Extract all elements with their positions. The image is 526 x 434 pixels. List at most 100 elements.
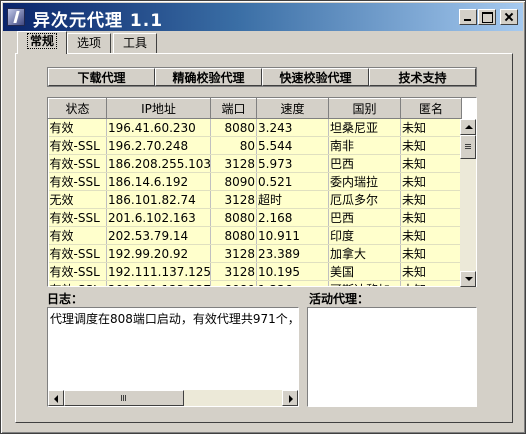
active-proxies-label: 活动代理： — [309, 292, 370, 306]
tab-tools[interactable]: 工具 — [113, 33, 157, 53]
table-row[interactable]: 有效-SSL 186.208.255.103 3128 5.973 巴西 未知 — [48, 154, 462, 173]
country-cell: 美国 — [328, 262, 401, 281]
tab-options[interactable]: 选项 — [67, 33, 111, 53]
anonymity-cell: 未知 — [400, 208, 462, 227]
ip-cell: 201.191.123.227 — [106, 280, 211, 286]
country-cell: 南非 — [328, 136, 401, 155]
table-row[interactable]: 有效-SSL 186.14.6.192 8090 0.521 委内瑞拉 未知 — [48, 172, 462, 191]
ip-cell: 192.99.20.92 — [106, 244, 211, 263]
table-row[interactable]: 有效-SSL 201.6.102.163 8080 2.168 巴西 未知 — [48, 208, 462, 227]
ip-cell: 186.14.6.192 — [106, 172, 211, 191]
ip-cell: 186.101.82.74 — [106, 190, 211, 209]
speed-cell: 5.544 — [256, 136, 329, 155]
scroll-thumb[interactable] — [460, 135, 476, 159]
port-cell: 80 — [210, 136, 257, 155]
title-bar[interactable]: 异次元代理 1.1 — [3, 3, 523, 31]
proxy-table: 状态 IP地址 端口 速度 国别 匿名 有效 196.41.60.230 8080 3… — [47, 97, 477, 287]
precise-verify-button[interactable]: 精确校验代理 — [155, 68, 262, 86]
column-header-anonymity[interactable]: 匿名 — [400, 98, 462, 119]
anonymity-cell: 未知 — [400, 154, 462, 173]
quick-verify-button[interactable]: 快速校验代理 — [262, 68, 369, 86]
table-header: 状态 IP地址 端口 速度 国别 匿名 — [48, 98, 462, 119]
arrow-up-icon — [465, 125, 473, 129]
port-cell: 3128 — [210, 154, 257, 173]
scroll-up-button[interactable] — [460, 119, 476, 135]
close-button[interactable] — [500, 9, 518, 25]
arrow-right-icon — [289, 395, 293, 403]
column-header-country[interactable]: 国别 — [328, 98, 401, 119]
speed-cell: 1.336 — [256, 280, 329, 286]
speed-cell: 5.973 — [256, 154, 329, 173]
table-vertical-scrollbar[interactable] — [460, 119, 476, 287]
ip-cell: 196.41.60.230 — [106, 118, 211, 137]
scroll-left-button[interactable] — [48, 390, 64, 406]
table-row[interactable]: 有效-SSL 196.2.70.248 80 5.544 南非 未知 — [48, 136, 462, 155]
table-row[interactable]: 有效-SSL 192.99.20.92 3128 23.389 加拿大 未知 — [48, 244, 462, 263]
ip-cell: 192.111.137.125 — [106, 262, 211, 281]
speed-cell: 超时 — [256, 190, 329, 209]
ip-cell: 186.208.255.103 — [106, 154, 211, 173]
table-row[interactable]: 有效 202.53.79.14 8080 10.911 印度 未知 — [48, 226, 462, 245]
anonymity-cell: 未知 — [400, 226, 462, 245]
anonymity-cell: 未知 — [400, 280, 462, 286]
window-title: 异次元代理 1.1 — [33, 11, 164, 31]
speed-cell: 2.168 — [256, 208, 329, 227]
column-header-status[interactable]: 状态 — [48, 98, 107, 119]
status-cell: 有效-SSL — [48, 262, 107, 281]
app-icon — [7, 8, 25, 26]
active-proxies-list[interactable] — [307, 307, 477, 407]
table-row[interactable]: 有效 196.41.60.230 8080 3.243 坦桑尼亚 未知 — [48, 118, 462, 137]
port-cell: 8080 — [210, 208, 257, 227]
download-proxy-button[interactable]: 下载代理 — [48, 68, 155, 86]
port-cell: 3128 — [210, 262, 257, 281]
status-cell: 有效-SSL — [48, 244, 107, 263]
ip-cell: 201.6.102.163 — [106, 208, 211, 227]
tech-support-button[interactable]: 技术支持 — [369, 68, 476, 86]
column-header-speed[interactable]: 速度 — [256, 98, 329, 119]
maximize-button[interactable] — [478, 9, 496, 25]
column-header-ip[interactable]: IP地址 — [106, 98, 211, 119]
log-horizontal-scrollbar[interactable] — [48, 390, 298, 406]
column-header-port[interactable]: 端口 — [210, 98, 257, 119]
status-cell: 有效-SSL — [48, 154, 107, 173]
anonymity-cell: 未知 — [400, 172, 462, 191]
action-toolbar: 下载代理 精确校验代理 快速校验代理 技术支持 — [47, 67, 477, 87]
horizontal-scroll-thumb[interactable] — [64, 390, 184, 406]
log-label: 日志： — [47, 292, 84, 306]
ip-cell: 202.53.79.14 — [106, 226, 211, 245]
port-cell: 8080 — [210, 118, 257, 137]
country-cell: 加拿大 — [328, 244, 401, 263]
arrow-left-icon — [54, 395, 58, 403]
anonymity-cell: 未知 — [400, 136, 462, 155]
anonymity-cell: 未知 — [400, 244, 462, 263]
status-cell: 无效 — [48, 190, 107, 209]
country-cell: 厄瓜多尔 — [328, 190, 401, 209]
speed-cell: 10.195 — [256, 262, 329, 281]
port-cell: 8080 — [210, 226, 257, 245]
status-cell: 有效-SSL — [48, 172, 107, 191]
anonymity-cell: 未知 — [400, 262, 462, 281]
country-cell: 巴西 — [328, 208, 401, 227]
table-row[interactable]: 有效-SSL201.191.123.22780801.336哥斯达黎加未知 — [48, 280, 462, 286]
anonymity-cell: 未知 — [400, 190, 462, 209]
table-row[interactable]: 无效 186.101.82.74 3128 超时 厄瓜多尔 未知 — [48, 190, 462, 209]
arrow-down-icon — [465, 277, 473, 281]
tab-general[interactable]: 常规 — [17, 31, 67, 54]
scroll-down-button[interactable] — [460, 271, 476, 287]
speed-cell: 23.389 — [256, 244, 329, 263]
speed-cell: 10.911 — [256, 226, 329, 245]
scroll-right-button[interactable] — [282, 390, 298, 406]
port-cell: 8080 — [210, 280, 257, 286]
status-cell: 有效 — [48, 226, 107, 245]
status-cell: 有效-SSL — [48, 208, 107, 227]
minimize-button[interactable] — [459, 9, 477, 25]
grip-line — [125, 395, 126, 401]
anonymity-cell: 未知 — [400, 118, 462, 137]
port-cell: 8090 — [210, 172, 257, 191]
speed-cell: 3.243 — [256, 118, 329, 137]
table-row[interactable]: 有效-SSL 192.111.137.125 3128 10.195 美国 未知 — [48, 262, 462, 281]
log-textarea[interactable]: 代理调度在808端口启动，有效代理共971个， — [47, 307, 299, 407]
port-cell: 3128 — [210, 244, 257, 263]
country-cell: 坦桑尼亚 — [328, 118, 401, 137]
grip-line — [121, 395, 122, 401]
